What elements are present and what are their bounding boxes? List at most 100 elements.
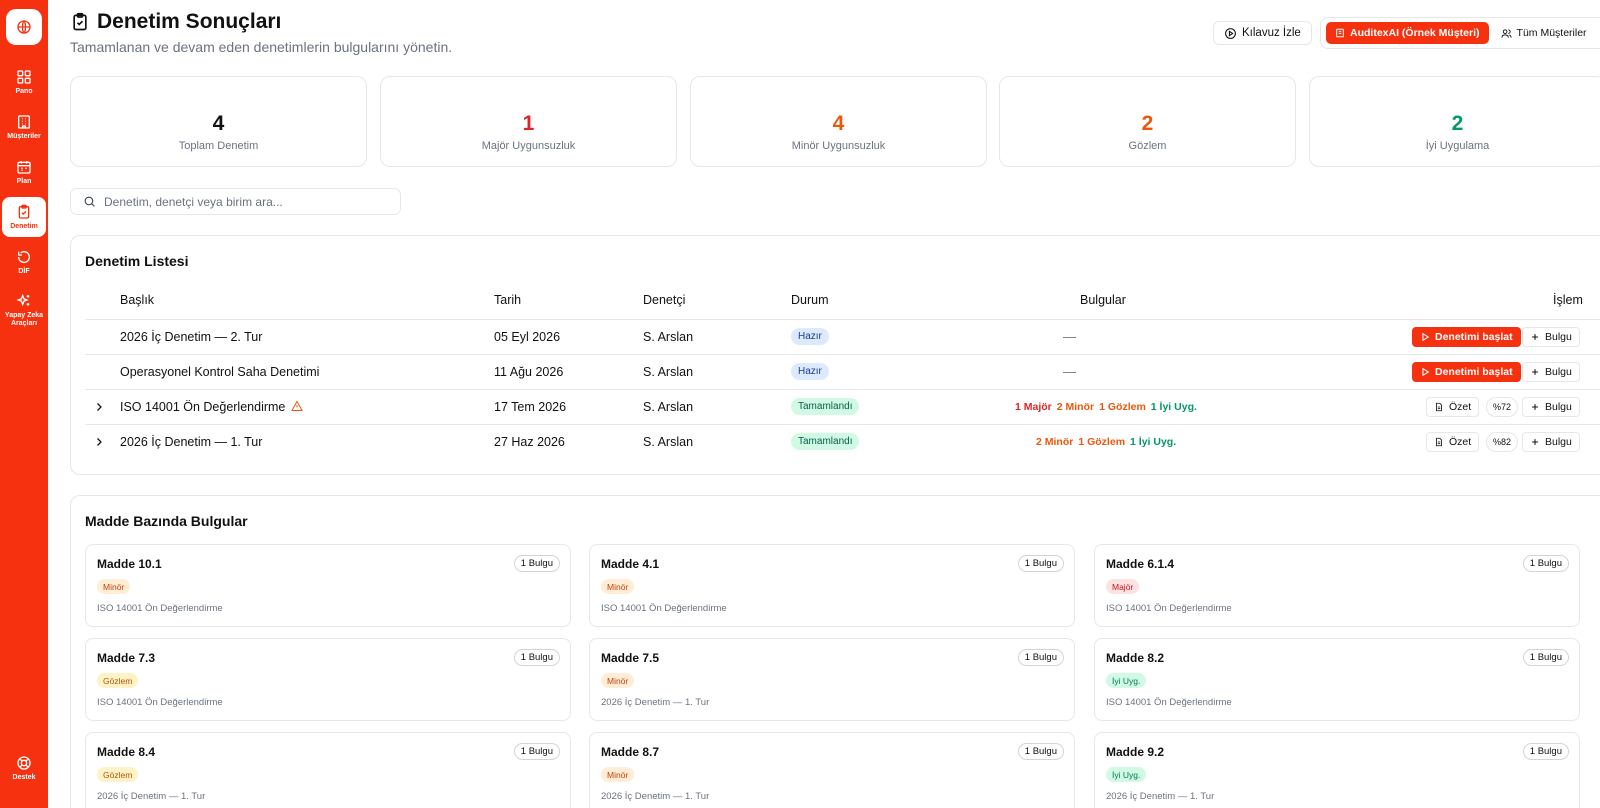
table-row[interactable]: 2026 İç Denetim — 2. Tur 05 Eyl 2026 S. …	[85, 319, 1600, 354]
stat-label: Minör Uygunsuzluk	[791, 140, 886, 152]
clause-card[interactable]: Madde 10.1 1 Bulgu Minör ISO 14001 Ön De…	[85, 544, 571, 627]
column-header-auditor[interactable]: Denetçi	[643, 293, 685, 307]
search-box	[70, 188, 401, 215]
findings-observation: 1 Gözlem	[1078, 436, 1126, 448]
sidebar-item-ai-tools[interactable]: Yapay Zeka Araçları	[2, 287, 46, 333]
start-audit-button[interactable]: Denetimi başlat	[1412, 362, 1521, 382]
clause-card[interactable]: Madde 8.7 1 Bulgu Minör 2026 İç Denetim …	[589, 732, 1075, 808]
clause-card[interactable]: Madde 7.3 1 Bulgu Gözlem ISO 14001 Ön De…	[85, 638, 571, 721]
findings-observation: 1 Gözlem	[1099, 401, 1146, 413]
clause-source: 2026 İç Denetim — 1. Tur	[601, 791, 710, 802]
audit-title: ISO 14001 Ön Değerlendirme	[120, 400, 304, 414]
clause-title: Madde 4.1	[601, 557, 660, 571]
add-finding-label: Bulgu	[1545, 401, 1572, 413]
column-header-title[interactable]: Başlık	[120, 293, 154, 307]
calendar-icon	[17, 160, 31, 174]
page-title: Denetim Sonuçları	[70, 10, 281, 34]
summary-label: Özet	[1449, 401, 1472, 413]
clipboard-check-icon	[73, 12, 87, 31]
status-badge: Hazır	[791, 363, 829, 380]
guide-button-label: Kılavuz İzle	[1242, 27, 1301, 39]
plus-icon	[1532, 334, 1538, 340]
start-audit-label: Denetimi başlat	[1435, 331, 1513, 343]
sidebar-item-dif[interactable]: DİF	[2, 242, 46, 282]
support-label: Destek	[12, 774, 36, 781]
summary-button[interactable]: Özet	[1426, 432, 1480, 452]
audit-list-title: Denetim Listesi	[85, 253, 189, 269]
clause-card[interactable]: Madde 4.1 1 Bulgu Minör ISO 14001 Ön Değ…	[589, 544, 1075, 627]
document-icon	[1436, 402, 1442, 412]
findings-minor: 2 Minör	[1036, 436, 1074, 448]
sidebar-item-label: Pano	[15, 87, 33, 95]
audit-auditor: S. Arslan	[643, 365, 694, 379]
refresh-icon	[17, 250, 30, 263]
sidebar-item-musteriler[interactable]: Müşteriler	[2, 107, 46, 147]
findings-summary: 1 Majör 2 Minör 1 Gözlem 1 İyi Uyg.	[1015, 401, 1197, 413]
finding-type-tag: Minör	[97, 579, 131, 594]
add-finding-button[interactable]: Bulgu	[1522, 362, 1580, 382]
support-button[interactable]: Destek	[2, 755, 46, 782]
clause-source: ISO 14001 Ön Değerlendirme	[601, 603, 727, 614]
stat-card-minor: 4 Minör Uygunsuzluk	[690, 76, 987, 167]
audit-date: 27 Haz 2026	[494, 435, 565, 449]
all-clients-button[interactable]: Tüm Müşteriler	[1500, 27, 1587, 39]
clipboard-check-icon	[18, 204, 30, 219]
finding-count-badge: 1 Bulgu	[513, 555, 560, 572]
active-client-button[interactable]: AuditexAI (Örnek Müşteri)	[1326, 22, 1489, 44]
column-header-action[interactable]: İşlem	[1553, 293, 1583, 307]
audit-date: 17 Tem 2026	[494, 400, 567, 414]
building-icon	[1336, 28, 1344, 38]
audit-title: 2026 İç Denetim — 2. Tur	[120, 330, 263, 344]
start-audit-button[interactable]: Denetimi başlat	[1412, 327, 1521, 347]
finding-type-tag: Gözlem	[97, 673, 139, 688]
findings-minor: 2 Minör	[1056, 401, 1095, 413]
add-finding-label: Bulgu	[1545, 331, 1572, 343]
app-logo[interactable]	[6, 9, 42, 45]
sidebar-item-denetim[interactable]: Denetim	[2, 197, 46, 237]
stat-value: 1	[522, 112, 535, 135]
stat-card-good-practice: 2 İyi Uygulama	[1309, 76, 1600, 167]
finding-type-tag: İyi Uyg.	[1106, 673, 1147, 688]
sidebar-item-plan[interactable]: Plan	[2, 152, 46, 192]
chevron-right-icon[interactable]	[93, 436, 105, 448]
guide-button[interactable]: Kılavuz İzle	[1213, 21, 1312, 45]
audit-date: 05 Eyl 2026	[494, 330, 561, 344]
summary-label: Özet	[1449, 436, 1472, 448]
clause-card[interactable]: Madde 7.5 1 Bulgu Minör 2026 İç Denetim …	[589, 638, 1075, 721]
column-header-date[interactable]: Tarih	[494, 293, 521, 307]
search-input[interactable]	[104, 194, 384, 209]
clause-title: Madde 8.2	[1106, 651, 1165, 665]
clause-card[interactable]: Madde 8.4 1 Bulgu Gözlem 2026 İç Denetim…	[85, 732, 571, 808]
clause-title: Madde 8.4	[97, 745, 156, 759]
summary-button[interactable]: Özet	[1426, 397, 1480, 417]
finding-count-badge: 1 Bulgu	[1522, 555, 1569, 572]
stat-label: Toplam Denetim	[178, 140, 259, 152]
audit-auditor: S. Arslan	[643, 330, 694, 344]
clause-findings-title: Madde Bazında Bulgular	[85, 513, 248, 529]
clause-source: 2026 İç Denetim — 1. Tur	[97, 791, 206, 802]
table-row[interactable]: Operasyonel Kontrol Saha Denetimi 11 Ağu…	[85, 354, 1600, 389]
findings-good: 1 İyi Uyg.	[1130, 436, 1177, 448]
sidebar-item-label: Müşteriler	[7, 132, 41, 140]
table-row[interactable]: 2026 İç Denetim — 1. Tur 27 Haz 2026 S. …	[85, 424, 1600, 459]
add-finding-button[interactable]: Bulgu	[1522, 327, 1580, 347]
clause-card[interactable]: Madde 6.1.4 1 Bulgu Majör ISO 14001 Ön D…	[1094, 544, 1580, 627]
finding-count-badge: 1 Bulgu	[1522, 649, 1569, 666]
clause-source: 2026 İç Denetim — 1. Tur	[601, 697, 710, 708]
active-client-label: AuditexAI (Örnek Müşteri)	[1350, 27, 1480, 39]
clause-source: 2026 İç Denetim — 1. Tur	[1106, 791, 1215, 802]
column-header-status[interactable]: Durum	[791, 293, 829, 307]
clause-card[interactable]: Madde 9.2 1 Bulgu İyi Uyg. 2026 İç Denet…	[1094, 732, 1580, 808]
stat-card-total: 4 Toplam Denetim	[70, 76, 367, 167]
add-finding-button[interactable]: Bulgu	[1522, 432, 1580, 452]
chevron-right-icon[interactable]	[93, 401, 105, 413]
column-header-findings[interactable]: Bulgular	[1080, 293, 1126, 307]
clause-card[interactable]: Madde 8.2 1 Bulgu İyi Uyg. ISO 14001 Ön …	[1094, 638, 1580, 721]
play-circle-icon	[1225, 27, 1236, 39]
add-finding-button[interactable]: Bulgu	[1522, 397, 1580, 417]
sidebar-nav: Pano Müşteriler Plan Denetim DİF Yapay Z…	[0, 62, 48, 338]
sidebar-item-pano[interactable]: Pano	[2, 62, 46, 102]
finding-type-tag: Gözlem	[97, 767, 139, 782]
document-icon	[1436, 437, 1442, 447]
table-row[interactable]: ISO 14001 Ön Değerlendirme 17 Tem 2026 S…	[85, 389, 1600, 424]
